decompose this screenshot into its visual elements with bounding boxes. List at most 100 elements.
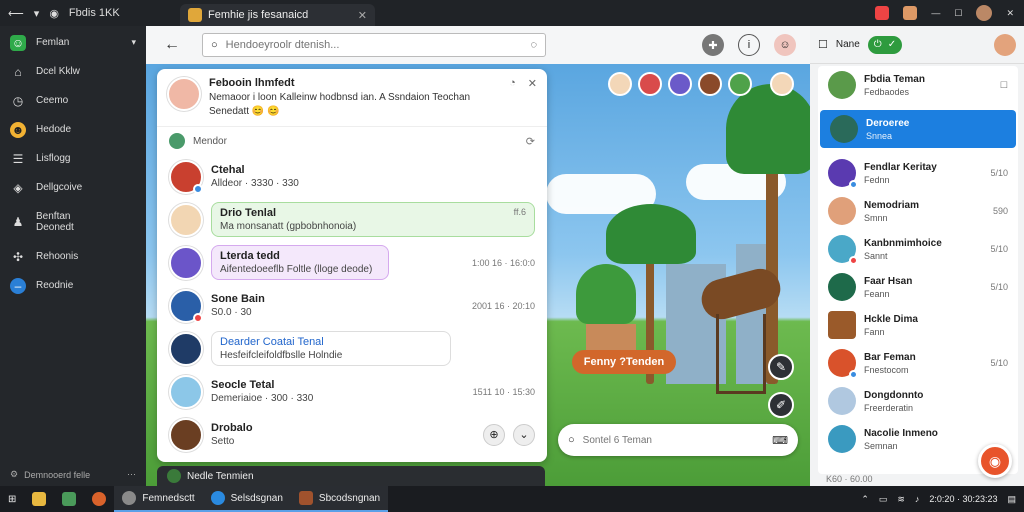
profile-avatar[interactable]	[976, 5, 993, 21]
sidebar-item-list[interactable]: ☰ Lisflogg	[0, 144, 146, 173]
message-row[interactable]: Sone Bain S0.0 · 30 2001 16 · 20:10	[157, 284, 547, 327]
files-icon[interactable]	[54, 486, 84, 512]
refresh-icon[interactable]: ⟳	[526, 135, 535, 148]
list-item[interactable]: Bar Feman Fnestocom 5/10	[818, 344, 1018, 382]
search-bar[interactable]: ○ ◌	[202, 33, 546, 57]
dropdown-icon[interactable]: ▾	[34, 7, 40, 20]
list-item[interactable]: Hckle Dima Fann	[818, 306, 1018, 344]
message-bubble[interactable]: Lterda tedd Aifentedoeeflb Foltle (lloge…	[211, 245, 389, 280]
back-arrow-icon[interactable]: ⟵	[8, 7, 24, 20]
palm-leaves	[726, 84, 810, 174]
taskbar-app[interactable]: Sbcodsngnan	[290, 486, 389, 512]
search-input[interactable]	[225, 39, 523, 51]
list-item[interactable]: Fendlar Keritay Fednn 5/10	[818, 154, 1018, 192]
friend-name: Faar Hsan	[864, 275, 913, 287]
list-item[interactable]: Dongdonnto Freerderatin	[818, 382, 1018, 420]
sidebar-item-friends[interactable]: ✣ Rehoonis	[0, 242, 146, 271]
back-arrow-icon[interactable]: ←	[164, 36, 180, 54]
list-item[interactable]: Fbdia Teman Fedbaodes ☐	[818, 66, 1018, 104]
sidebar-item-status[interactable]: – Reodnie	[0, 271, 146, 300]
folder-icon[interactable]	[24, 486, 54, 512]
sidebar-item-home[interactable]: ⌂ Dcel Kklw	[0, 57, 146, 86]
battery-icon[interactable]: ▭	[879, 494, 888, 505]
volume-icon[interactable]: ♪	[915, 494, 920, 504]
player-avatar[interactable]	[770, 72, 794, 96]
notification-center-icon[interactable]: ▤	[1007, 494, 1016, 505]
player-avatar[interactable]	[608, 72, 632, 96]
player-avatar[interactable]	[698, 72, 722, 96]
chat-avatar[interactable]	[167, 77, 201, 111]
tool-icon[interactable]: ✐	[768, 392, 794, 418]
taskbar-app[interactable]: Selsdsgnan	[202, 486, 291, 512]
browser-icon[interactable]	[84, 486, 114, 512]
message-row[interactable]: Dearder Coatai Tenal Hesfeifcleifoldfbsl…	[157, 327, 547, 370]
message-row[interactable]: Drobalo Setto ⊕ ⌄	[157, 413, 547, 456]
palm-leaves	[606, 204, 696, 264]
status-pill[interactable]: ⏻ ✓	[867, 35, 903, 54]
message-bubble[interactable]: Drio Tenlal ff.6 Ma monsanatt (gpbobnhono…	[211, 202, 535, 237]
sidebar-item-chat[interactable]: ☺ Femlan ▾	[0, 28, 146, 57]
message-row[interactable]: Seocle Tetal Demeriaioe · 300 · 330 1511…	[157, 370, 547, 413]
player-avatar[interactable]	[728, 72, 752, 96]
chevron-down-icon[interactable]: ▾	[131, 37, 136, 48]
app-title: Fbdis 1KK	[68, 7, 120, 19]
taskbar-clock[interactable]: 2:0:20 · 30:23:23	[929, 494, 997, 504]
timer-icon[interactable]: ◔	[509, 77, 516, 118]
bottom-chat-bar[interactable]: Nedle Tenmien	[157, 466, 545, 486]
friend-status: Freerderatin	[864, 402, 914, 413]
settings-icon[interactable]: ⚙	[10, 469, 18, 480]
player-avatar[interactable]	[638, 72, 662, 96]
scene-search-bar[interactable]: ○ ⌨	[558, 424, 798, 456]
sidebar-item-clock[interactable]: ◷ Ceemo	[0, 86, 146, 115]
taskbar-app[interactable]: Femnedsctt	[114, 486, 203, 512]
browser-tab[interactable]: Femhie jis fesanaicd ✕	[180, 4, 375, 26]
user-avatar[interactable]	[994, 33, 1016, 56]
emote-icon[interactable]: ✎	[768, 354, 794, 380]
list-item[interactable]: Faar Hsan Feann 5/10	[818, 268, 1018, 306]
list-item-selected[interactable]: Deroeree Snnea	[820, 110, 1016, 148]
wifi-icon[interactable]: ≋	[897, 494, 905, 505]
info-icon[interactable]: i	[738, 34, 760, 56]
tab-close-icon[interactable]: ✕	[358, 9, 367, 22]
search-icon: ○	[568, 434, 575, 446]
chat-fab-button[interactable]: ◉	[978, 444, 1012, 478]
panel-toggle-icon[interactable]: ☐	[818, 38, 828, 51]
message-name: Lterda tedd	[220, 250, 280, 262]
friend-status: Fednn	[864, 174, 890, 185]
user-avatar[interactable]: ☺	[774, 34, 796, 56]
list-item[interactable]: Kanbnmimhoice Sannt 5/10	[818, 230, 1018, 268]
extension-icon[interactable]	[903, 6, 918, 20]
player-avatar[interactable]	[668, 72, 692, 96]
chat-bubble-icon[interactable]: ◌	[530, 39, 537, 51]
scene-search-input[interactable]	[582, 434, 765, 446]
keyboard-icon[interactable]: ⌨	[772, 434, 788, 447]
message-name: Seocle Tetal	[211, 379, 275, 391]
gamepad-icon[interactable]: ✚	[702, 34, 724, 56]
tray-up-icon[interactable]: ⌃	[861, 494, 869, 505]
more-icon[interactable]: ☐	[1000, 80, 1008, 91]
online-dot	[849, 370, 858, 379]
collapse-icon[interactable]: ✕	[528, 77, 537, 118]
start-icon[interactable]: ⊞	[0, 486, 24, 512]
message-text[interactable]: Ma monsanatt (gpbobnhonoia)	[220, 221, 526, 232]
more-icon[interactable]: ⋯	[127, 469, 136, 480]
friend-status: Snnea	[866, 130, 893, 141]
close-window-icon[interactable]: ✕	[1006, 8, 1014, 19]
maximize-icon[interactable]: ☐	[954, 8, 962, 19]
sidebar-item-games[interactable]: ◈ Dellgcoive	[0, 173, 146, 202]
sidebar-item-label: Femlan	[36, 37, 70, 48]
minimize-icon[interactable]: —	[931, 8, 940, 18]
chat-title: Febooin lhmfedt	[209, 77, 295, 89]
message-row[interactable]: Lterda tedd Aifentedoeeflb Foltle (lloge…	[157, 241, 547, 284]
list-item[interactable]: Nemodriam Smnn 590	[818, 192, 1018, 230]
sidebar-item-profile[interactable]: ♟ Benftan Deonedt	[0, 202, 146, 242]
attach-icon[interactable]: ⊕	[483, 423, 505, 446]
avatar	[169, 374, 203, 409]
message-row[interactable]: Ctehal Alldeor · 3330 · 330	[157, 155, 547, 198]
notification-icon[interactable]	[875, 6, 890, 20]
scene-sign[interactable]: Fenny ?Tenden	[572, 350, 676, 374]
message-bubble[interactable]: Dearder Coatai Tenal Hesfeifcleifoldfbsl…	[211, 331, 451, 366]
sidebar-item-emoji[interactable]: ☻ Hedode	[0, 115, 146, 144]
message-row[interactable]: Drio Tenlal ff.6 Ma monsanatt (gpbobnhono…	[157, 198, 547, 241]
expand-icon[interactable]: ⌄	[513, 423, 535, 446]
